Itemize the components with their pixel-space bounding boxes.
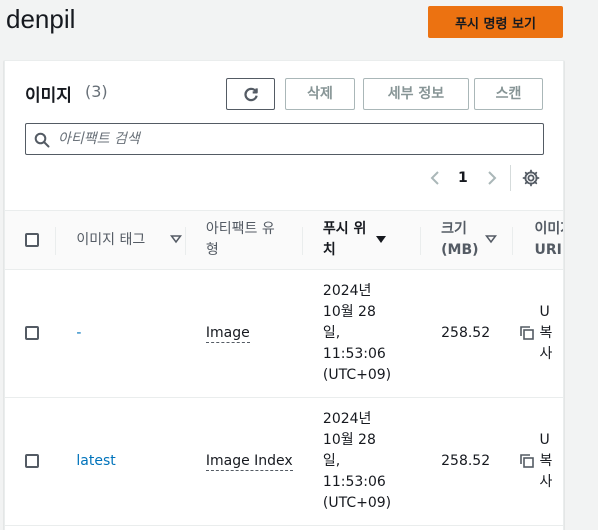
select-all-checkbox[interactable] xyxy=(25,233,39,247)
settings-icon[interactable] xyxy=(522,169,540,187)
image-tag-link[interactable]: latest xyxy=(76,453,115,469)
copy-icon[interactable] xyxy=(519,453,535,469)
sort-caret-icon xyxy=(170,235,183,244)
pager-divider xyxy=(510,165,511,191)
panel-title: 이미지 xyxy=(25,86,72,106)
pushed-at: 2024년 10월 28일, 11:53:06 (UTC+09) xyxy=(322,283,392,383)
sort-caret-icon xyxy=(485,235,498,244)
row-checkbox[interactable] xyxy=(25,326,39,340)
column-header-size[interactable]: 크기 (MB) xyxy=(421,211,513,270)
search-icon xyxy=(34,132,50,148)
images-panel: 이미지 (3) 삭제 세부 정보 스캔 1 xyxy=(4,60,564,530)
images-table: 이미지 태그 아티팩트 유형 푸시 위치 크기 (MB) 이미 URI - Im… xyxy=(5,210,563,526)
refresh-button[interactable] xyxy=(226,78,275,110)
current-page[interactable]: 1 xyxy=(458,170,468,186)
column-header-artifact-type[interactable]: 아티팩트 유형 xyxy=(186,211,303,270)
image-tag-link[interactable]: - xyxy=(76,325,81,341)
image-size: 258.52 xyxy=(441,453,491,469)
row-checkbox[interactable] xyxy=(25,454,39,468)
artifact-type: Image xyxy=(205,325,250,343)
chevron-right-icon[interactable] xyxy=(484,168,500,188)
delete-button[interactable]: 삭제 xyxy=(285,78,355,110)
page-title: denpil xyxy=(6,4,76,34)
chevron-left-icon[interactable] xyxy=(427,168,443,188)
search-input[interactable] xyxy=(58,128,528,150)
column-header-uri[interactable]: 이미지 URI xyxy=(513,211,563,270)
scan-button[interactable]: 스캔 xyxy=(474,78,543,110)
table-row[interactable]: - Image 2024년 10월 28일, 11:53:06 (UTC+09)… xyxy=(5,270,563,398)
copy-icon[interactable] xyxy=(519,325,535,341)
column-header-tag[interactable]: 이미지 태그 xyxy=(56,211,186,270)
artifact-type: Image Index xyxy=(205,453,293,471)
search-box xyxy=(25,123,544,155)
table-header-row: 이미지 태그 아티팩트 유형 푸시 위치 크기 (MB) 이미 URI xyxy=(5,210,563,270)
refresh-icon xyxy=(243,87,258,102)
pushed-at: 2024년 10월 28일, 11:53:06 (UTC+09) xyxy=(322,411,392,511)
image-count: (3) xyxy=(85,82,108,101)
column-header-pushed-at[interactable]: 푸시 위치 xyxy=(303,211,422,270)
image-uri-partial: U 복 사 xyxy=(539,304,553,362)
view-push-commands-button[interactable]: 푸시 명령 보기 xyxy=(428,6,563,38)
image-uri-partial: U 복 사 xyxy=(539,432,553,490)
table-row[interactable]: latest Image Index 2024년 10월 28일, 11:53:… xyxy=(5,398,563,526)
sort-caret-icon xyxy=(375,236,386,243)
details-button[interactable]: 세부 정보 xyxy=(363,78,469,110)
image-size: 258.52 xyxy=(441,325,491,341)
